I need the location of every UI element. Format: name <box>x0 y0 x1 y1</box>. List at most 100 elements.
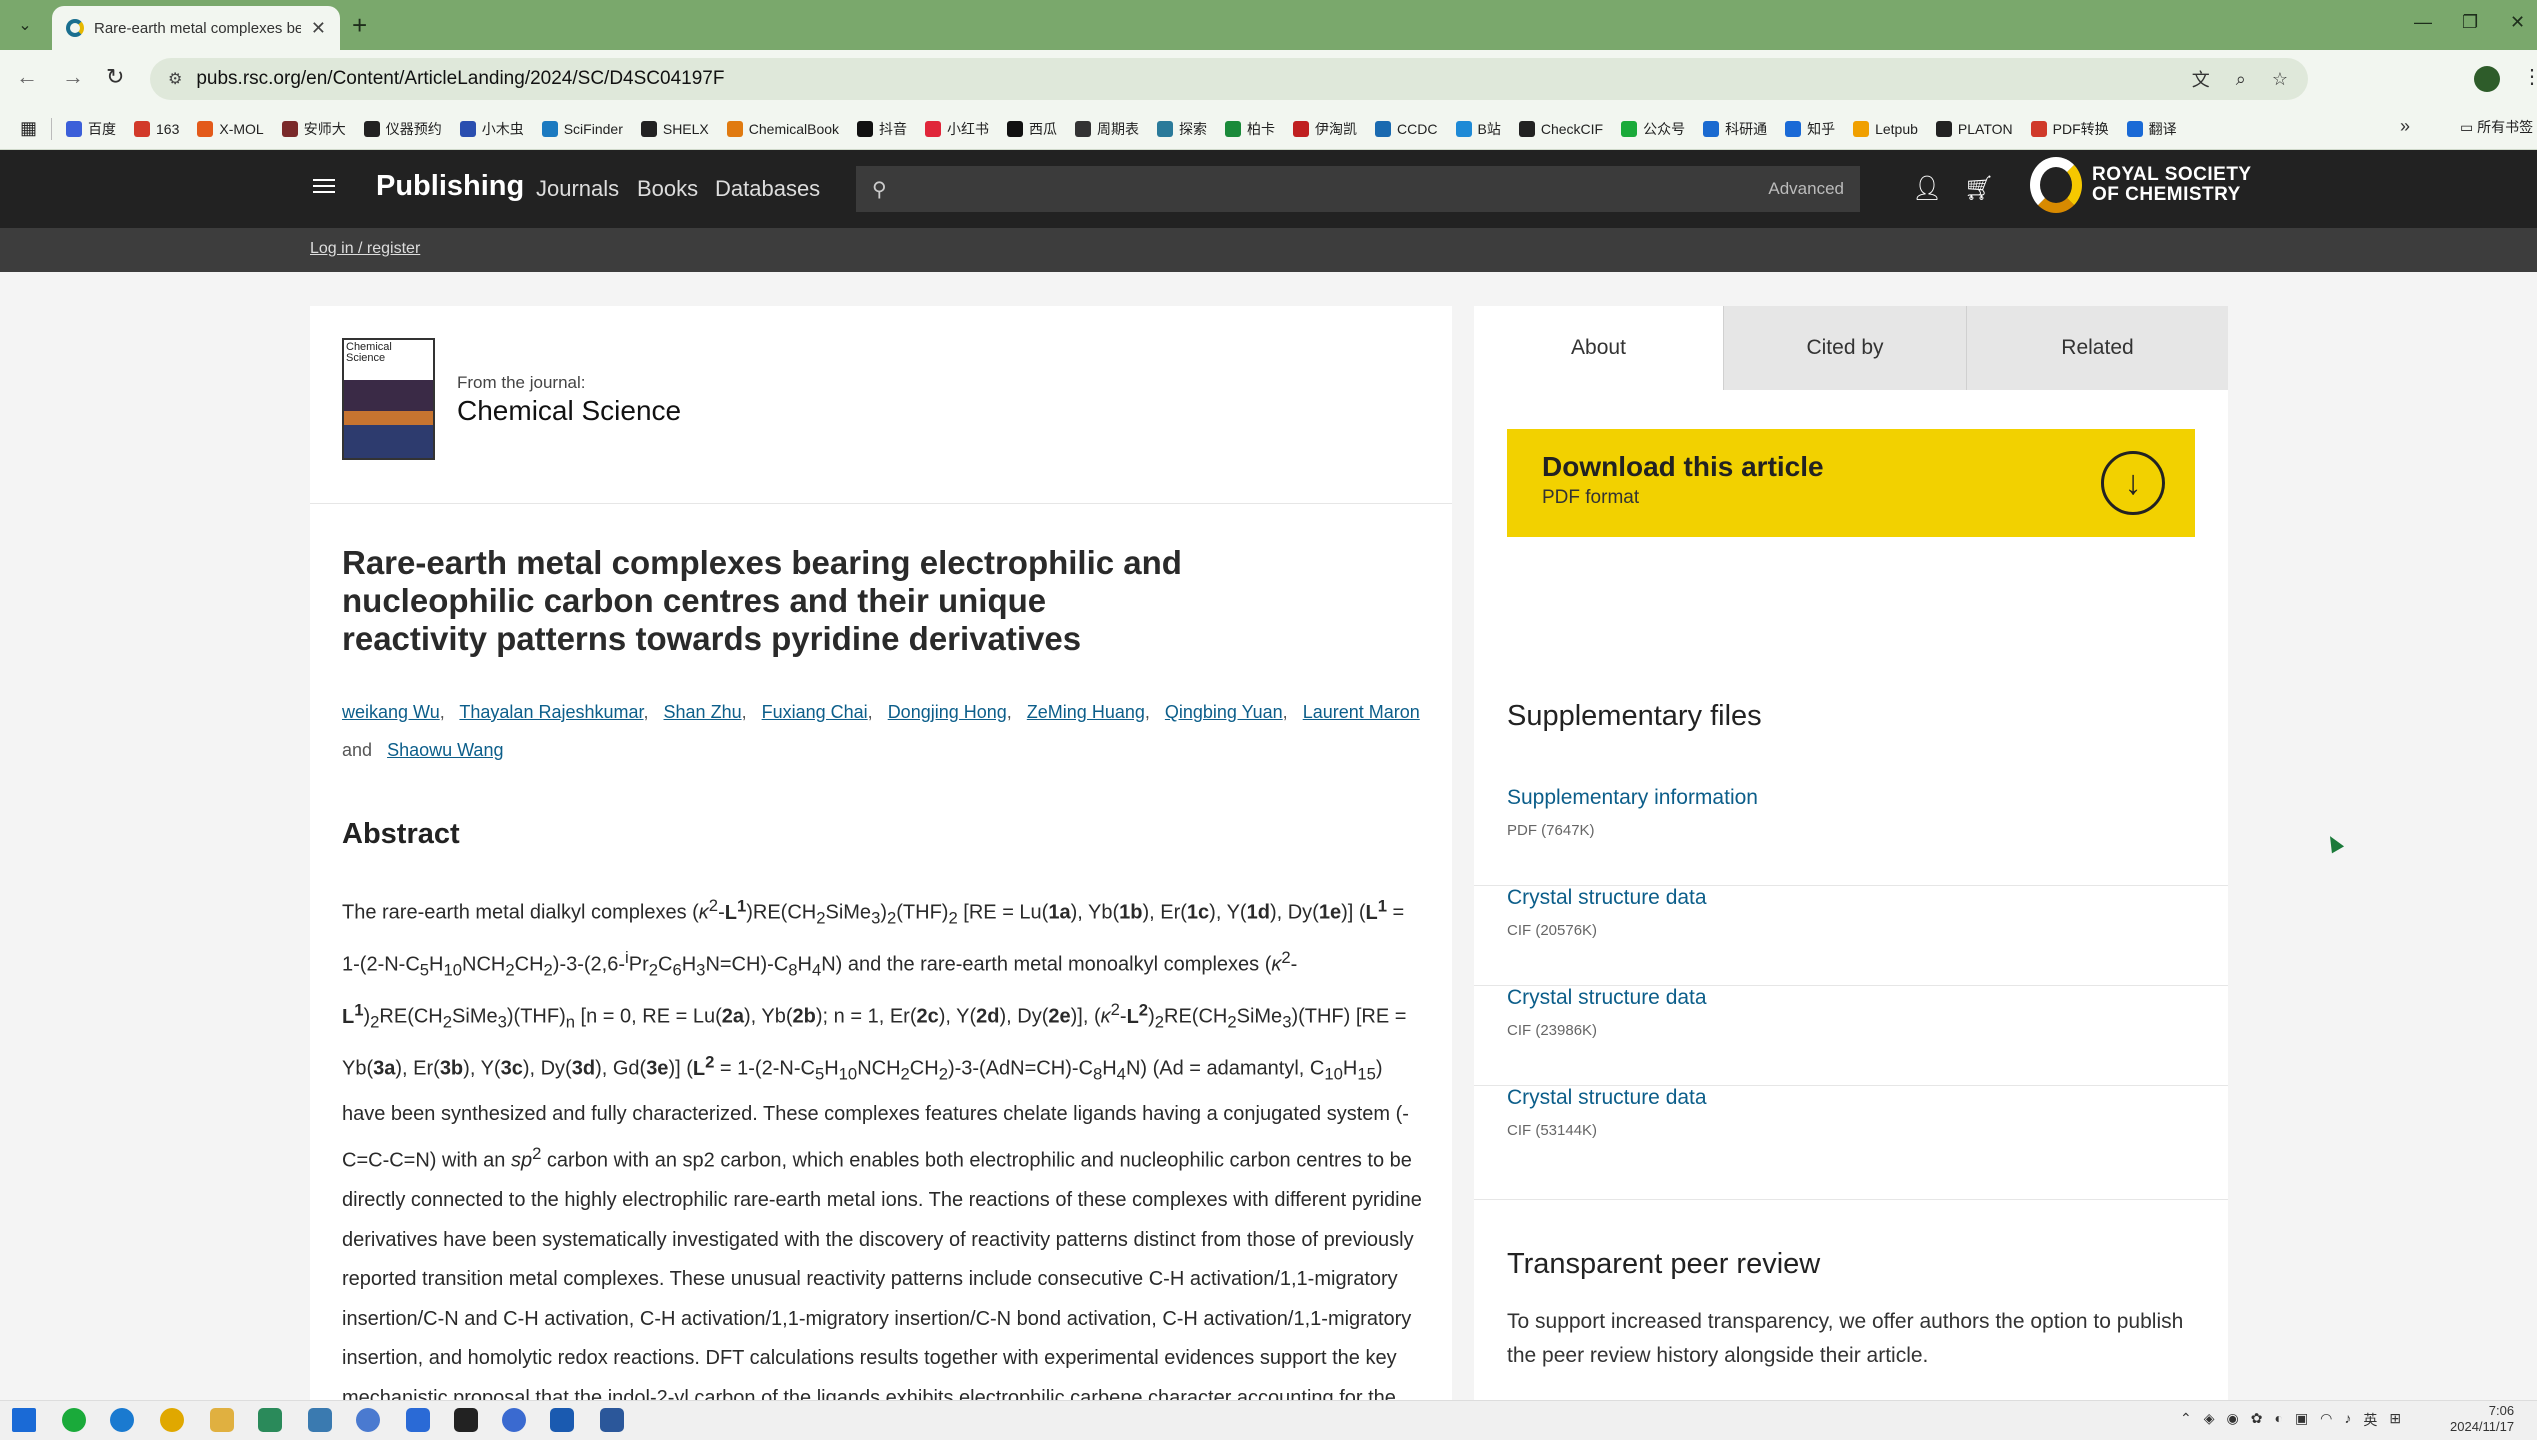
browser-tab[interactable]: Rare-earth metal complexes bearin ✕ <box>52 6 340 50</box>
author-link[interactable]: Thayalan Rajeshkumar <box>459 702 643 722</box>
cart-icon[interactable]: 🛒︎ <box>1964 174 1994 203</box>
bookmark-item[interactable]: B站 <box>1455 119 1501 139</box>
bookmark-item[interactable]: 小红书 <box>925 119 989 139</box>
minimize-icon[interactable]: — <box>2414 12 2432 33</box>
tray-app-icon[interactable]: ✿ <box>2251 1410 2263 1430</box>
bookmark-item[interactable]: Letpub <box>1853 120 1918 137</box>
author-link[interactable]: Dongjing Hong <box>888 702 1007 722</box>
author-link[interactable]: ZeMing Huang <box>1027 702 1145 722</box>
all-bookmarks-folder[interactable]: ▭ 所有书签 <box>2460 117 2533 137</box>
wechat-icon[interactable] <box>62 1408 86 1432</box>
supp-link[interactable]: Crystal structure data <box>1507 986 2228 1010</box>
wifi-icon[interactable]: ◠ <box>2320 1410 2332 1430</box>
back-icon[interactable]: ← <box>16 64 38 90</box>
supp-link[interactable]: Supplementary information <box>1507 786 2228 810</box>
author-link[interactable]: Laurent Maron <box>1303 702 1420 722</box>
rsc-logo[interactable]: ROYAL SOCIETY OF CHEMISTRY <box>2030 157 2252 213</box>
clock[interactable]: 7:06 2024/11/17 <box>2450 1403 2514 1435</box>
bookmark-item[interactable]: 安师大 <box>281 119 346 139</box>
bookmark-item[interactable]: 伊淘凯 <box>1293 119 1357 139</box>
bookmark-item[interactable]: 探索 <box>1157 119 1207 139</box>
tray-app-icon[interactable]: ▣ <box>2295 1410 2308 1430</box>
tray-chevron-icon[interactable]: ⌃ <box>2180 1410 2192 1430</box>
user-icon[interactable]: 👤︎ <box>1912 174 1942 203</box>
app-icon[interactable] <box>550 1408 574 1432</box>
bookmark-item[interactable]: 公众号 <box>1621 119 1685 139</box>
apps-icon[interactable]: ▦ <box>20 118 37 139</box>
forward-icon[interactable]: → <box>62 64 84 90</box>
author-link[interactable]: Shan Zhu <box>664 702 742 722</box>
ime-indicator[interactable]: 英 <box>2363 1410 2377 1430</box>
start-icon[interactable] <box>12 1408 36 1432</box>
bookmark-item[interactable]: CheckCIF <box>1518 120 1603 137</box>
bookmark-item[interactable]: PDF转换 <box>2030 119 2109 139</box>
tray-app-icon[interactable]: ◉ <box>2227 1410 2239 1430</box>
ime-grid-icon[interactable]: ⊞ <box>2389 1410 2401 1430</box>
app-icon[interactable] <box>406 1408 430 1432</box>
reload-icon[interactable]: ↻ <box>106 64 124 90</box>
volume-icon[interactable]: ♪ <box>2344 1410 2351 1430</box>
author-link[interactable]: Qingbing Yuan <box>1165 702 1283 722</box>
journal-name[interactable]: Chemical Science <box>457 395 681 427</box>
bookmark-item[interactable]: CCDC <box>1375 120 1438 137</box>
bookmark-item[interactable]: 百度 <box>66 119 116 139</box>
author-link[interactable]: Shaowu Wang <box>387 740 503 760</box>
login-register-link[interactable]: Log in / register <box>310 240 420 258</box>
tab-about[interactable]: About <box>1474 306 1723 390</box>
bookmark-item[interactable]: PLATON <box>1935 120 2013 137</box>
menu-icon[interactable] <box>310 172 338 200</box>
bookmark-item[interactable]: 柏卡 <box>1225 119 1275 139</box>
browser-menu-icon[interactable]: ⋮ <box>2522 64 2537 89</box>
supp-link[interactable]: Crystal structure data <box>1507 1086 2228 1110</box>
window-close-icon[interactable]: ✕ <box>2510 12 2525 33</box>
nav-books[interactable]: Books <box>637 176 698 202</box>
site-info-icon[interactable]: ⚙ <box>168 69 182 89</box>
tray-app-icon[interactable]: ◐ <box>2274 1410 2282 1430</box>
publishing-logo[interactable]: Publishing <box>376 170 524 203</box>
new-tab-plus-icon[interactable]: + <box>352 12 367 38</box>
app-icon[interactable] <box>356 1408 380 1432</box>
search-input[interactable] <box>902 178 1769 200</box>
app-icon[interactable] <box>258 1408 282 1432</box>
bookmark-item[interactable]: 仪器预约 <box>363 119 442 139</box>
maximize-icon[interactable]: ❐ <box>2462 12 2478 33</box>
bookmark-item[interactable]: 翻译 <box>2126 119 2177 139</box>
bookmark-item[interactable]: X-MOL <box>197 120 264 137</box>
bookmark-item[interactable]: 小木虫 <box>459 119 524 139</box>
zoom-icon[interactable]: ⌕ <box>2236 69 2246 90</box>
bookmark-item[interactable]: SciFinder <box>541 120 623 137</box>
bookmark-item[interactable]: 周期表 <box>1075 119 1139 139</box>
tab-cited-by[interactable]: Cited by <box>1723 306 1966 390</box>
tray-app-icon[interactable]: ◈ <box>2204 1410 2215 1430</box>
author-link[interactable]: Fuxiang Chai <box>762 702 868 722</box>
nav-databases[interactable]: Databases <box>715 176 820 202</box>
advanced-search-link[interactable]: Advanced <box>1768 179 1844 199</box>
edge-icon[interactable] <box>110 1408 134 1432</box>
tab-related[interactable]: Related <box>1966 306 2228 390</box>
bookmark-item[interactable]: 163 <box>134 120 179 137</box>
word-icon[interactable] <box>600 1408 624 1432</box>
star-icon[interactable]: ☆ <box>2272 69 2288 90</box>
translate-icon[interactable]: 文 <box>2192 66 2210 92</box>
app-icon[interactable] <box>502 1408 526 1432</box>
author-link[interactable]: weikang Wu <box>342 702 440 722</box>
bookmark-item[interactable]: 抖音 <box>857 119 907 139</box>
tab-search-chevron-down-icon[interactable]: ⌄ <box>10 10 40 40</box>
qq-icon[interactable] <box>454 1408 478 1432</box>
chrome-icon[interactable] <box>160 1408 184 1432</box>
bookmark-item[interactable]: 科研通 <box>1703 119 1767 139</box>
search-icon[interactable]: ⚲ <box>872 177 902 202</box>
download-article-button[interactable]: Download this article PDF format <box>1507 429 2195 537</box>
bookmarks-overflow-icon[interactable]: » <box>2400 116 2410 137</box>
bookmark-item[interactable]: 西瓜 <box>1007 119 1057 139</box>
bookmark-item[interactable]: SHELX <box>640 120 709 137</box>
tab-close-icon[interactable]: ✕ <box>311 18 326 39</box>
nav-journals[interactable]: Journals <box>536 176 619 202</box>
app-icon[interactable] <box>308 1408 332 1432</box>
bookmark-item[interactable]: 知乎 <box>1785 119 1835 139</box>
bookmark-item[interactable]: ChemicalBook <box>726 120 839 137</box>
address-bar[interactable]: ⚙ pubs.rsc.org/en/Content/ArticleLanding… <box>150 58 2308 100</box>
supp-link[interactable]: Crystal structure data <box>1507 886 2228 910</box>
explorer-icon[interactable] <box>210 1408 234 1432</box>
profile-avatar[interactable] <box>2474 66 2500 92</box>
